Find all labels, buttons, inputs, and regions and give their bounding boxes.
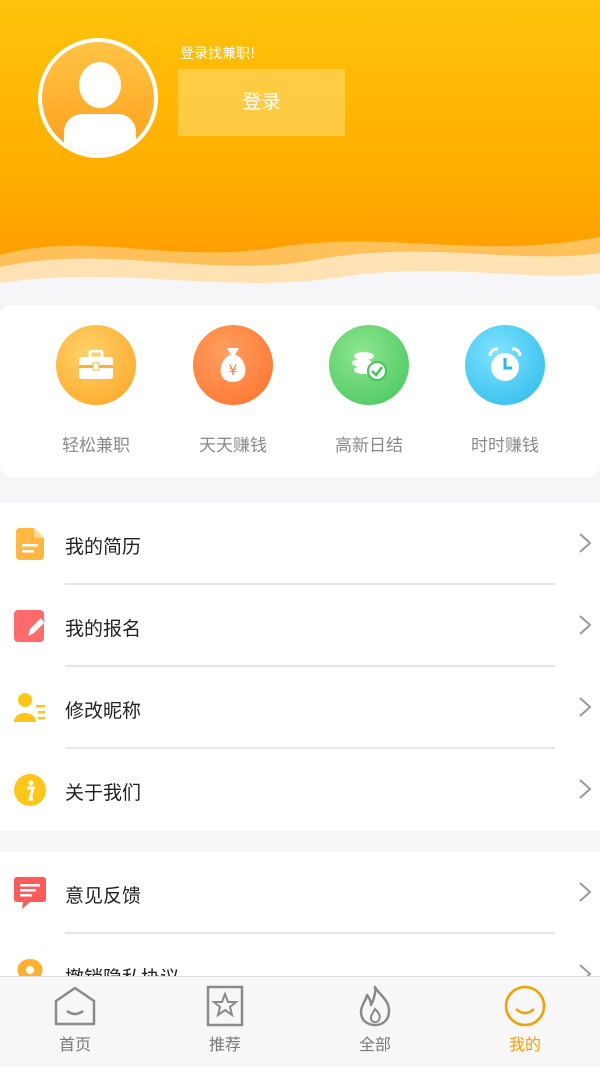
menu-item-edit-nickname[interactable]: 修改昵称 [0, 667, 600, 749]
quick-item-label: 轻松兼职 [62, 436, 130, 456]
menu-item-label: 撤销隐私协议 [65, 963, 179, 976]
quick-item-label: 天天赚钱 [199, 436, 267, 456]
menu-item-feedback[interactable]: 意见反馈 [0, 852, 600, 934]
profile-header: 登录找兼职! 登录 [0, 0, 600, 305]
login-button[interactable]: 登录 [178, 69, 345, 136]
chevron-right-icon [579, 964, 592, 976]
location-pin-icon [17, 959, 43, 976]
briefcase-icon [56, 325, 136, 405]
quick-item-daily-settle[interactable]: 高新日结 [309, 325, 429, 456]
info-icon [14, 774, 46, 806]
smile-icon [504, 985, 546, 1027]
tab-mine[interactable]: 我的 [475, 985, 575, 1055]
menu-group-account: 我的简历 我的报名 修改昵称 关于我们 [0, 503, 600, 831]
login-hint-text: 登录找兼职! [180, 46, 256, 62]
quick-actions-card: 轻松兼职 ¥ 天天赚钱 高新日结 时时赚钱 [0, 305, 600, 477]
wave-decoration [0, 237, 600, 305]
resume-icon [16, 528, 44, 560]
tab-label: 推荐 [208, 1035, 241, 1054]
menu-item-my-signup[interactable]: 我的报名 [0, 585, 600, 667]
tab-all[interactable]: 全部 [325, 985, 425, 1055]
menu-item-my-resume[interactable]: 我的简历 [0, 503, 600, 585]
menu-item-label: 我的简历 [65, 536, 142, 558]
chevron-right-icon [579, 533, 592, 553]
menu-item-about-us[interactable]: 关于我们 [0, 749, 600, 831]
chevron-right-icon [579, 882, 592, 902]
tab-label: 我的 [508, 1035, 541, 1054]
flame-icon [359, 985, 391, 1027]
quick-item-label: 时时赚钱 [471, 436, 539, 456]
chevron-right-icon [579, 697, 592, 717]
svg-text:¥: ¥ [229, 363, 238, 379]
avatar-head [79, 62, 121, 108]
alarm-clock-icon [465, 325, 545, 405]
home-icon [54, 986, 96, 1026]
menu-item-revoke-privacy[interactable]: 撤销隐私协议 [0, 934, 600, 976]
bottom-tab-bar: 首页 推荐 全部 我的 [0, 976, 600, 1067]
quick-item-label: 高新日结 [335, 436, 403, 456]
user-edit-icon [14, 693, 45, 722]
feedback-icon [14, 877, 46, 909]
coins-icon [329, 325, 409, 405]
menu-item-label: 修改昵称 [65, 700, 142, 722]
money-bag-icon: ¥ [193, 325, 273, 405]
signup-icon [14, 610, 46, 642]
menu-item-label: 我的报名 [65, 618, 142, 640]
quick-item-hourly-money[interactable]: 时时赚钱 [445, 325, 565, 456]
menu-group-support: 意见反馈 撤销隐私协议 [0, 852, 600, 976]
chevron-right-icon [579, 779, 592, 799]
tab-label: 全部 [358, 1035, 391, 1054]
chevron-right-icon [579, 615, 592, 635]
avatar[interactable] [38, 38, 158, 158]
quick-item-daily-money[interactable]: ¥ 天天赚钱 [173, 325, 293, 456]
avatar-body [64, 114, 136, 154]
quick-item-easy-job[interactable]: 轻松兼职 [36, 325, 156, 456]
star-bookmark-icon [206, 985, 244, 1027]
tab-recommend[interactable]: 推荐 [175, 985, 275, 1055]
tab-label: 首页 [58, 1035, 91, 1054]
menu-item-label: 意见反馈 [65, 885, 142, 907]
menu-item-label: 关于我们 [65, 782, 142, 804]
tab-home[interactable]: 首页 [25, 985, 125, 1055]
